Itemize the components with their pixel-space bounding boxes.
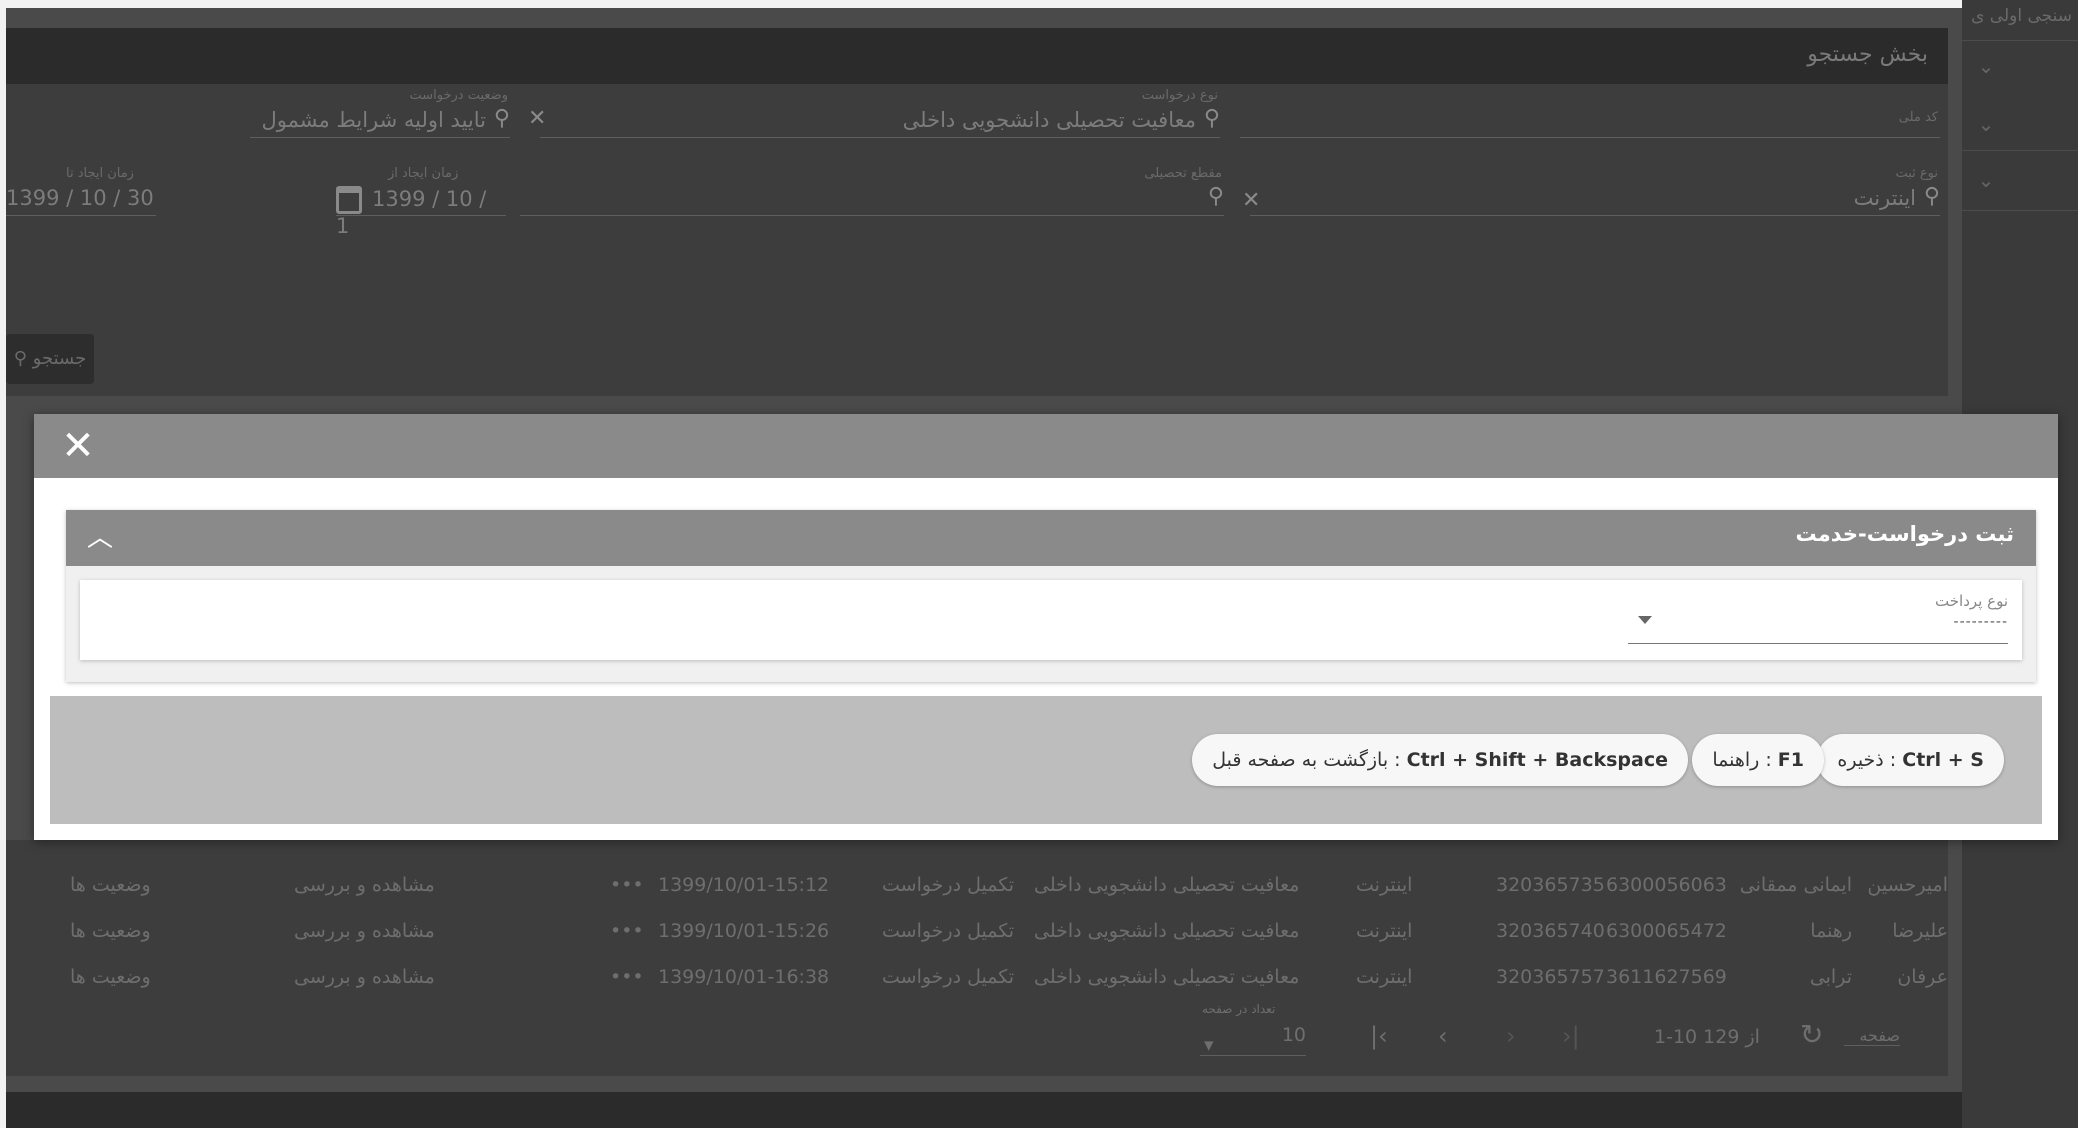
per-page-select[interactable]: ▾ 10: [1200, 1024, 1306, 1056]
calendar-icon[interactable]: [336, 186, 362, 214]
table-row: امیرحسین ایمانی ممقانی 6300056063 320365…: [70, 874, 1948, 896]
shortcut-back-chip[interactable]: Ctrl + Shift + Backspace : بازگشت به صفح…: [1192, 734, 1688, 786]
states-link[interactable]: وضعیت ها: [70, 874, 151, 896]
table-row: علیرضا رهنما 6300065472 320365740 اینترن…: [70, 920, 1948, 942]
states-link[interactable]: وضعیت ها: [70, 966, 151, 988]
view-link[interactable]: مشاهده و بررسی: [294, 874, 435, 896]
more-options-icon[interactable]: •••: [610, 874, 644, 896]
chevron-down-icon[interactable]: ⌄: [1966, 104, 2006, 144]
more-options-icon[interactable]: •••: [610, 920, 644, 942]
search-icon[interactable]: ⚲: [1204, 106, 1220, 131]
page-input[interactable]: صفحه: [1844, 1026, 1900, 1046]
search-panel-title: بخش جستجو: [1807, 42, 1928, 67]
bottom-panel: [6, 1092, 1962, 1128]
shortcut-save-chip[interactable]: Ctrl + S : ذخیره: [1817, 734, 2004, 786]
pagination: تعداد در صفحه ▾ 10 |‹ ‹ › ›| 1-10 از 129…: [1200, 1002, 1900, 1056]
date-to-field[interactable]: زمان ایجاد تا 1399 / 10 / 30: [6, 166, 156, 216]
last-page-icon[interactable]: ›|: [1562, 1022, 1580, 1050]
request-status-field[interactable]: وضعیت درخواست تایید اولیه شرایط مشمول ⚲: [250, 88, 510, 138]
modal-titlebar: ✕: [34, 414, 2058, 478]
close-icon[interactable]: ✕: [56, 424, 100, 468]
shortcut-help-chip[interactable]: F1 : راهنما: [1692, 734, 1824, 786]
search-panel-header: [6, 28, 1948, 84]
caret-down-icon: ▾: [1204, 1034, 1214, 1056]
education-level-field[interactable]: مقطع تحصیلی ⚲: [520, 166, 1224, 216]
search-button[interactable]: ⚲ جستجو: [6, 334, 94, 384]
clear-icon[interactable]: ✕: [528, 106, 546, 131]
chevron-down-icon[interactable]: ⌄: [1966, 160, 2006, 200]
states-link[interactable]: وضعیت ها: [70, 920, 151, 942]
request-card-title: ثبت درخواست-خدمت: [1795, 522, 2014, 546]
caret-down-icon: [1638, 616, 1652, 624]
view-link[interactable]: مشاهده و بررسی: [294, 920, 435, 942]
payment-type-value: ---------: [1953, 614, 2008, 630]
prev-page-icon[interactable]: ‹: [1438, 1022, 1448, 1050]
chevron-up-icon[interactable]: ︿: [80, 518, 120, 558]
refresh-icon[interactable]: ↻: [1800, 1018, 1823, 1051]
search-icon[interactable]: ⚲: [1924, 184, 1940, 209]
top-strip: [0, 0, 2078, 8]
search-icon[interactable]: ⚲: [494, 106, 510, 131]
search-icon[interactable]: ⚲: [1208, 184, 1224, 209]
request-card-header: ثبت درخواست-خدمت ︿: [66, 510, 2036, 566]
payment-type-label: نوع پرداخت: [1935, 592, 2008, 610]
chevron-down-icon[interactable]: ⌄: [1966, 46, 2006, 86]
national-code-field[interactable]: کد ملی: [1240, 88, 1940, 138]
more-options-icon[interactable]: •••: [610, 966, 644, 988]
request-card: ثبت درخواست-خدمت ︿ نوع پرداخت ---------: [66, 510, 2036, 682]
first-page-icon[interactable]: |‹: [1370, 1022, 1388, 1050]
clear-icon[interactable]: ✕: [1242, 188, 1260, 213]
date-from-field[interactable]: زمان ایجاد از 1399 / 10 / 1: [336, 166, 506, 238]
view-link[interactable]: مشاهده و بررسی: [294, 966, 435, 988]
rail-divider: [1962, 40, 2078, 41]
shortcut-bar: Ctrl + S : ذخیره F1 : راهنما Ctrl + Shif…: [50, 696, 2042, 824]
payment-type-select[interactable]: نوع پرداخت ---------: [1628, 588, 2008, 644]
table-row: عرفان ترابی 3611627569 320365757 اینترنت…: [70, 966, 1948, 988]
rail-divider: [1962, 150, 2078, 151]
next-page-icon[interactable]: ›: [1506, 1022, 1516, 1050]
register-type-field[interactable]: نوع ثبت اینترنت ⚲: [1250, 166, 1940, 216]
rail-divider: [1962, 210, 2078, 211]
request-card-body: نوع پرداخت ---------: [80, 580, 2022, 660]
rail-label: سنجی اولی ی: [1971, 6, 2072, 26]
service-request-modal: ✕ ثبت درخواست-خدمت ︿ نوع پرداخت --------…: [34, 414, 2058, 840]
request-type-field[interactable]: نوع درخواست معافیت تحصیلی دانشجویی داخلی…: [540, 88, 1220, 138]
